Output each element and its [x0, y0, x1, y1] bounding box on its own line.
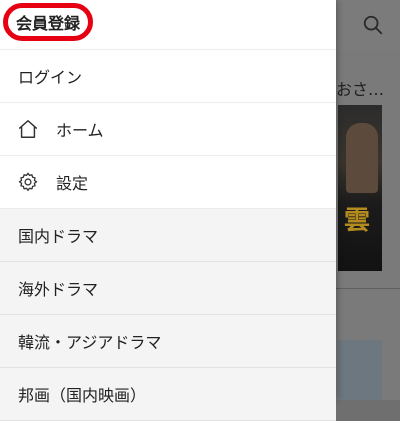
- poster-title-kanji: 雲: [344, 206, 371, 236]
- background-thumbnail-2[interactable]: [338, 340, 382, 400]
- category-label: 韓流・アジアドラマ: [18, 333, 162, 352]
- gear-icon: [18, 172, 38, 191]
- background-divider: [336, 288, 400, 289]
- login-item[interactable]: ログイン: [0, 50, 336, 103]
- category-label: 海外ドラマ: [18, 280, 99, 299]
- category-korean-asian-drama[interactable]: 韓流・アジアドラマ: [0, 315, 336, 368]
- category-label: 邦画（国内映画）: [18, 386, 147, 405]
- settings-item[interactable]: 設定: [0, 156, 336, 209]
- poster-figure: [346, 123, 378, 193]
- category-japanese-movies[interactable]: 邦画（国内映画）: [0, 368, 336, 421]
- category-overseas-drama[interactable]: 海外ドラマ: [0, 262, 336, 315]
- home-icon: [19, 120, 37, 138]
- search-icon[interactable]: [362, 14, 384, 36]
- member-register-row: 会員登録: [0, 0, 336, 50]
- settings-label: 設定: [56, 174, 89, 193]
- background-poster-thumbnail[interactable]: 雲: [338, 105, 382, 271]
- category-label: 国内ドラマ: [18, 227, 99, 246]
- home-label: ホーム: [56, 121, 104, 140]
- background-section-title: おさ…: [336, 80, 385, 99]
- member-register-button[interactable]: 会員登録: [3, 3, 93, 41]
- category-domestic-drama[interactable]: 国内ドラマ: [0, 209, 336, 262]
- login-label: ログイン: [18, 68, 83, 87]
- navigation-drawer: 会員登録 ログイン ホーム 設定 国内ドラマ 海外ドラマ 韓流・アジアドラマ 邦…: [0, 0, 336, 421]
- home-item[interactable]: ホーム: [0, 103, 336, 156]
